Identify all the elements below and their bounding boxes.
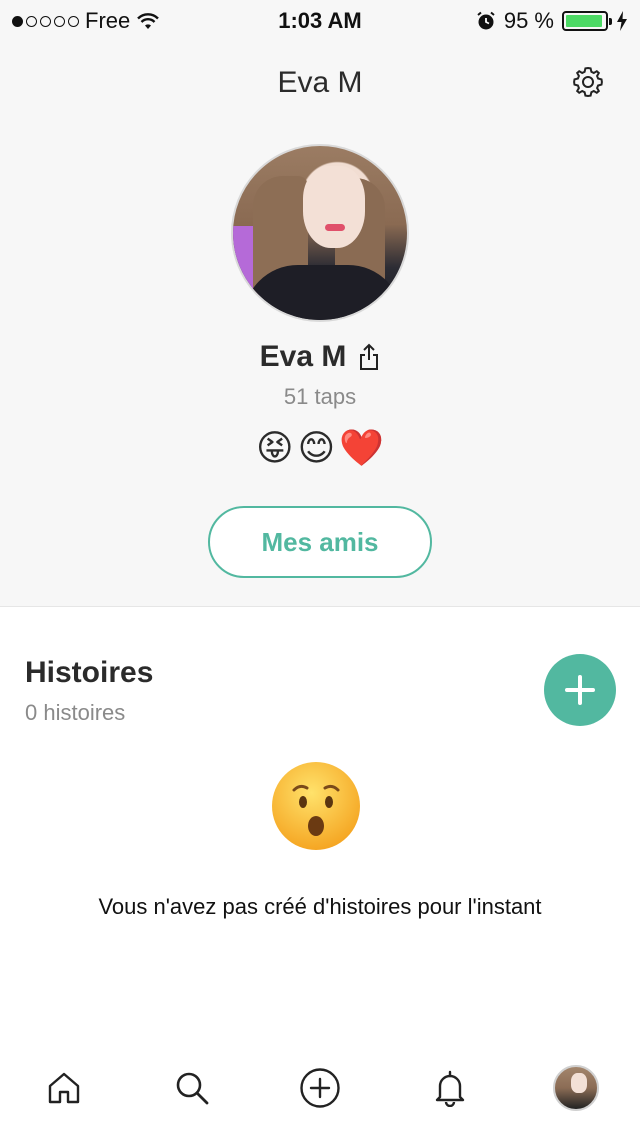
emoji-heart: ❤️ [339, 427, 384, 468]
add-circle-icon [300, 1068, 340, 1108]
my-friends-button[interactable]: Mes amis [208, 506, 432, 578]
home-icon [48, 1072, 80, 1104]
tab-profile[interactable] [552, 1064, 600, 1112]
emoji-smiling: 😊 [297, 427, 336, 468]
search-icon [176, 1072, 209, 1105]
alarm-icon [477, 11, 495, 30]
settings-gear-icon[interactable] [570, 64, 606, 100]
status-right: 95 % [476, 8, 628, 34]
empty-stories-message: Vous n'avez pas créé d'histoires pour l'… [98, 894, 542, 919]
stories-count: 0 histoires [25, 700, 126, 725]
profile-header: Eva M Eva M 51 taps 😝 😊 ❤️ Mes amis [0, 40, 640, 607]
profile-avatar[interactable] [231, 144, 409, 322]
page-title: Eva M [277, 66, 363, 99]
taps-count: 51 taps [283, 384, 357, 409]
hushed-face-emoji-icon [272, 762, 360, 850]
profile-tab-avatar [553, 1065, 599, 1111]
tab-search[interactable] [168, 1064, 216, 1112]
charging-bolt-icon [617, 11, 627, 31]
add-story-button[interactable] [544, 654, 616, 726]
profile-name: Eva M [259, 340, 347, 373]
stories-title: Histoires [25, 656, 154, 689]
share-icon[interactable] [358, 343, 380, 371]
profile-name-row: Eva M [0, 340, 640, 374]
tab-notifications[interactable] [426, 1064, 474, 1112]
plus-icon [565, 675, 595, 705]
battery-icon [562, 11, 612, 31]
profile-emojis: 😝 😊 ❤️ [0, 426, 640, 470]
emoji-squinting-tongue: 😝 [256, 427, 294, 468]
status-bar: Free 1:03 AM 95 % [0, 0, 640, 40]
tab-home[interactable] [40, 1064, 88, 1112]
battery-percent: 95 % [503, 8, 554, 33]
bell-icon [435, 1070, 465, 1107]
tab-bar [0, 1040, 640, 1136]
tab-create[interactable] [296, 1064, 344, 1112]
